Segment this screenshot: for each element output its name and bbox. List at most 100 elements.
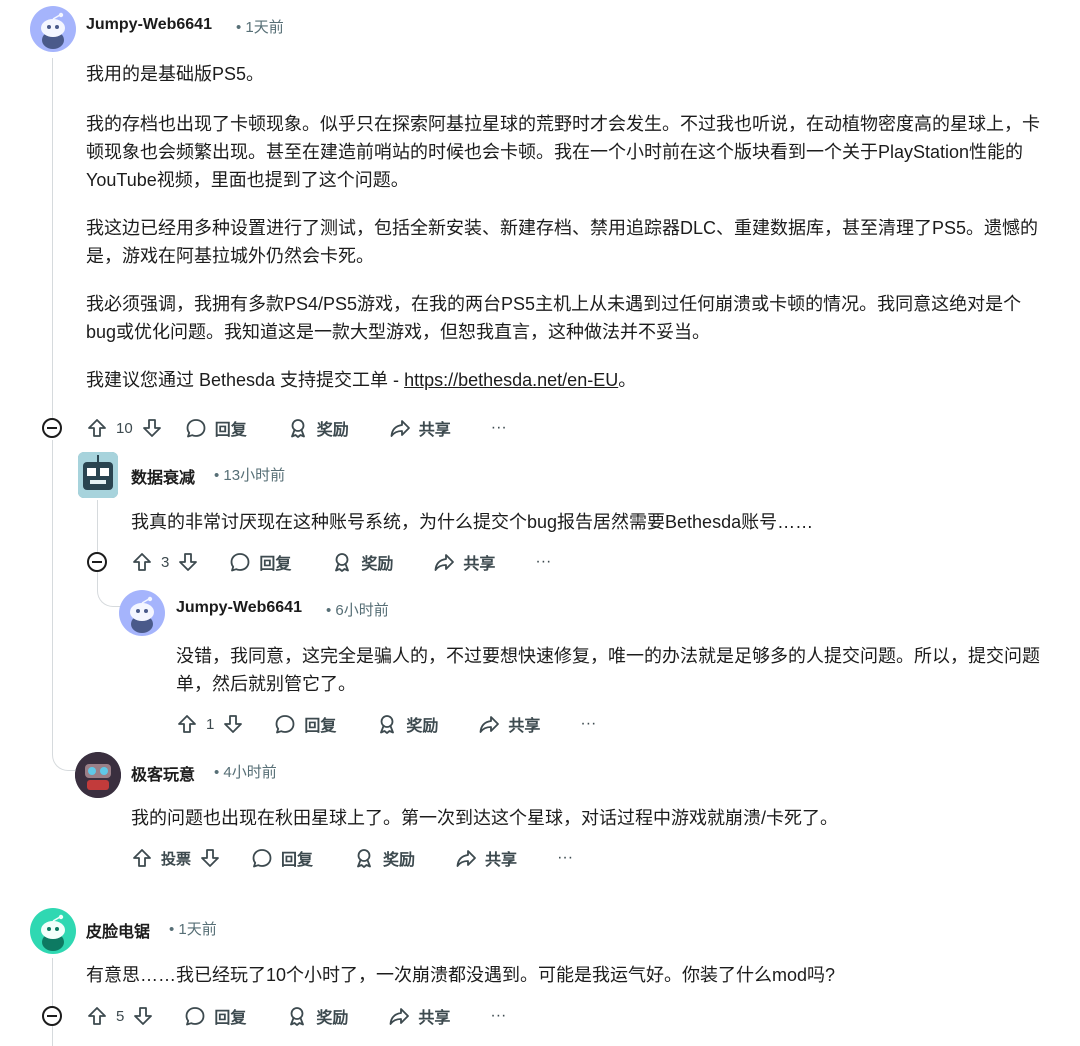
comment-action-bar: 投票 回复 奖励 共享 ··· <box>131 840 573 876</box>
share-icon <box>389 1008 410 1025</box>
award-button[interactable]: 奖励 <box>353 846 415 870</box>
avatar[interactable] <box>30 908 76 954</box>
share-icon <box>479 716 500 733</box>
character-avatar-icon <box>75 752 121 798</box>
downvote-button[interactable] <box>132 1005 154 1027</box>
collapse-thread-button[interactable] <box>87 552 107 572</box>
avatar[interactable] <box>119 590 165 636</box>
thread-connector <box>97 572 120 607</box>
award-icon <box>357 849 371 868</box>
upvote-button[interactable] <box>86 1005 108 1027</box>
upvote-button[interactable] <box>86 417 108 439</box>
comment-action-bar: 3 回复 奖励 共享 ··· <box>131 544 551 580</box>
downvote-button[interactable] <box>141 417 163 439</box>
comment-icon <box>186 419 206 438</box>
comment-timestamp: • 4小时前 <box>214 764 277 781</box>
thread-line <box>52 440 53 740</box>
award-button[interactable]: 奖励 <box>287 416 349 440</box>
vote-count: 3 <box>161 553 170 571</box>
comment-paragraph: 我建议您通过 Bethesda 支持提交工单 - https://bethesd… <box>86 370 637 390</box>
thread-line <box>52 958 53 1006</box>
comment-timestamp: • 13小时前 <box>214 467 286 484</box>
award-button[interactable]: 奖励 <box>286 1004 348 1028</box>
upvote-icon <box>88 419 106 437</box>
more-options-button[interactable]: ··· <box>490 1007 506 1025</box>
share-button[interactable]: 共享 <box>388 1004 450 1028</box>
upvote-icon <box>133 553 151 571</box>
comment-icon <box>230 553 250 572</box>
share-icon <box>390 420 410 437</box>
downvote-button[interactable] <box>177 551 199 573</box>
collapse-thread-button[interactable] <box>42 418 62 438</box>
avatar[interactable] <box>75 752 121 798</box>
upvote-button[interactable] <box>131 551 153 573</box>
share-button[interactable]: 共享 <box>433 550 495 574</box>
comment-action-bar: 10 回复 奖励 共享 ··· <box>86 410 507 446</box>
upvote-icon <box>88 1007 106 1025</box>
vote-count: 1 <box>206 715 215 733</box>
downvote-icon <box>142 419 161 437</box>
reply-button[interactable]: 回复 <box>185 416 247 440</box>
comment-author[interactable]: 极客玩意 <box>131 761 195 785</box>
upvote-icon <box>133 849 151 867</box>
downvote-icon <box>134 1007 153 1025</box>
comment-author[interactable]: 皮脸电锯 <box>86 918 150 942</box>
comment-paragraph: 我用的是基础版PS5。 <box>86 64 265 84</box>
avatar[interactable] <box>78 452 118 498</box>
comment-timestamp: • 6小时前 <box>326 602 389 619</box>
downvote-button[interactable] <box>199 847 221 869</box>
snoo-icon <box>41 12 65 49</box>
reply-button[interactable]: 回复 <box>274 712 336 736</box>
share-icon <box>434 554 455 571</box>
comment-author[interactable]: 数据衰减 <box>131 464 195 488</box>
snoo-icon <box>130 596 154 633</box>
snoo-icon <box>41 914 65 951</box>
thread-connector <box>52 740 75 771</box>
more-options-button[interactable]: ··· <box>580 715 596 733</box>
comment-author[interactable]: Jumpy-Web6641 <box>86 16 212 34</box>
more-options-button[interactable]: ··· <box>491 419 507 437</box>
comment-body: 我真的非常讨厌现在这种账号系统，为什么提交个bug报告居然需要Bethesda账… <box>131 512 814 532</box>
comment-paragraph: 我的存档也出现了卡顿现象。似乎只在探索阿基拉星球的荒野时才会发生。不过我也听说，… <box>86 114 1040 190</box>
award-icon <box>335 553 350 572</box>
award-button[interactable]: 奖励 <box>376 712 438 736</box>
share-button[interactable]: 共享 <box>455 846 517 870</box>
share-icon <box>456 850 476 867</box>
reply-button[interactable]: 回复 <box>251 846 313 870</box>
vote-label: 投票 <box>161 850 192 868</box>
downvote-icon <box>224 715 243 733</box>
thread-line <box>97 500 98 552</box>
upvote-button[interactable] <box>131 847 153 869</box>
reply-button[interactable]: 回复 <box>229 550 291 574</box>
avatar[interactable] <box>30 6 76 52</box>
downvote-icon <box>201 849 219 867</box>
vote-count: 10 <box>116 419 133 437</box>
comment-paragraph: 我这边已经用多种设置进行了测试，包括全新安装、新建存档、禁用追踪器DLC、重建数… <box>86 218 1039 266</box>
comment-author[interactable]: Jumpy-Web6641 <box>176 599 302 617</box>
downvote-button[interactable] <box>222 713 244 735</box>
award-icon <box>380 715 395 734</box>
more-options-button[interactable]: ··· <box>557 849 573 867</box>
robot-avatar-icon <box>78 452 118 498</box>
comment-icon <box>185 1007 205 1026</box>
comment-timestamp: • 1天前 <box>169 921 217 938</box>
comment-body: 有意思……我已经玩了10个小时了，一次崩溃都没遇到。可能是我运气好。你装了什么m… <box>86 965 836 985</box>
vote-count: 5 <box>116 1007 125 1025</box>
thread-line <box>52 58 53 418</box>
award-button[interactable]: 奖励 <box>331 550 393 574</box>
more-options-button[interactable]: ··· <box>535 553 551 571</box>
thread-line <box>52 1026 53 1046</box>
downvote-icon <box>179 553 198 571</box>
support-link[interactable]: https://bethesda.net/en-EU <box>404 370 618 390</box>
share-button[interactable]: 共享 <box>478 712 540 736</box>
award-icon <box>290 1007 305 1026</box>
share-button[interactable]: 共享 <box>389 416 451 440</box>
comment-body: 我的问题也出现在秋田星球上了。第一次到达这个星球，对话过程中游戏就崩溃/卡死了。 <box>131 808 838 828</box>
comment-action-bar: 1 回复 奖励 共享 ··· <box>176 706 596 742</box>
award-icon <box>290 419 305 438</box>
comment-paragraph: 我必须强调，我拥有多款PS4/PS5游戏，在我的两台PS5主机上从未遇到过任何崩… <box>86 294 1022 342</box>
reply-button[interactable]: 回复 <box>184 1004 246 1028</box>
collapse-thread-button[interactable] <box>42 1006 62 1026</box>
upvote-button[interactable] <box>176 713 198 735</box>
upvote-icon <box>178 715 196 733</box>
